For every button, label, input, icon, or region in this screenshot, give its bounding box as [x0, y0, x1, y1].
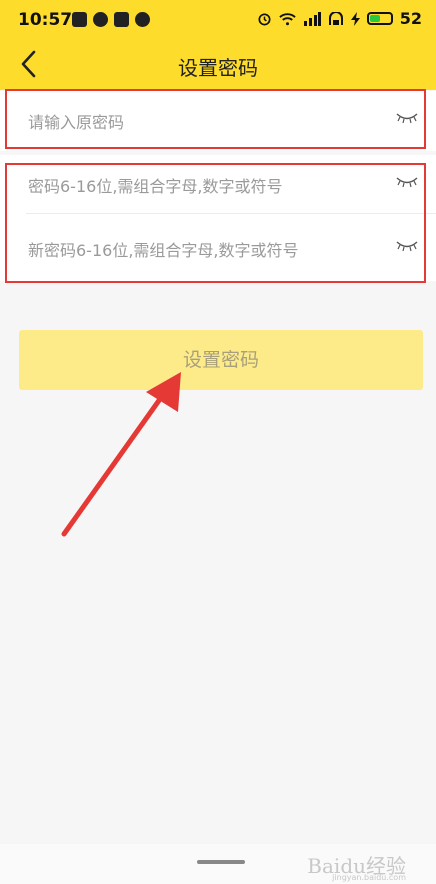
- notification-icons: [72, 12, 150, 27]
- new-password-group: [0, 155, 436, 281]
- new-password-row: [0, 155, 436, 217]
- message-icon: [93, 12, 108, 27]
- eye-closed-icon[interactable]: [396, 239, 418, 253]
- app-notification-icon: [135, 12, 150, 27]
- watermark-subtext: jingyan.baidu.com: [332, 873, 406, 882]
- battery-level: 52: [399, 9, 422, 28]
- app-notification-icon: [72, 12, 87, 27]
- app-notification-icon: [114, 12, 129, 27]
- old-password-group: [0, 91, 436, 153]
- home-indicator[interactable]: [197, 860, 245, 864]
- page-title: 设置密码: [178, 56, 258, 80]
- wifi-icon: [279, 12, 296, 25]
- system-status: 52: [257, 9, 422, 28]
- status-bar: 10:57 52: [0, 0, 436, 42]
- signal-icon: [303, 11, 321, 26]
- status-time: 10:57: [18, 10, 73, 30]
- old-password-input[interactable]: [26, 91, 380, 153]
- alarm-icon: [258, 13, 271, 26]
- confirm-password-row: [0, 219, 436, 281]
- old-password-row: [0, 91, 436, 153]
- eye-closed-icon[interactable]: [396, 175, 418, 189]
- battery-icon: [366, 12, 393, 25]
- charging-icon: [350, 11, 360, 26]
- field-divider: [26, 213, 436, 214]
- navigation-bar: 设置密码: [0, 42, 436, 90]
- set-password-button[interactable]: 设置密码: [19, 330, 423, 390]
- hd-icon: [328, 11, 343, 25]
- new-password-input[interactable]: [26, 155, 380, 217]
- eye-closed-icon[interactable]: [396, 111, 418, 125]
- confirm-password-input[interactable]: [26, 219, 380, 281]
